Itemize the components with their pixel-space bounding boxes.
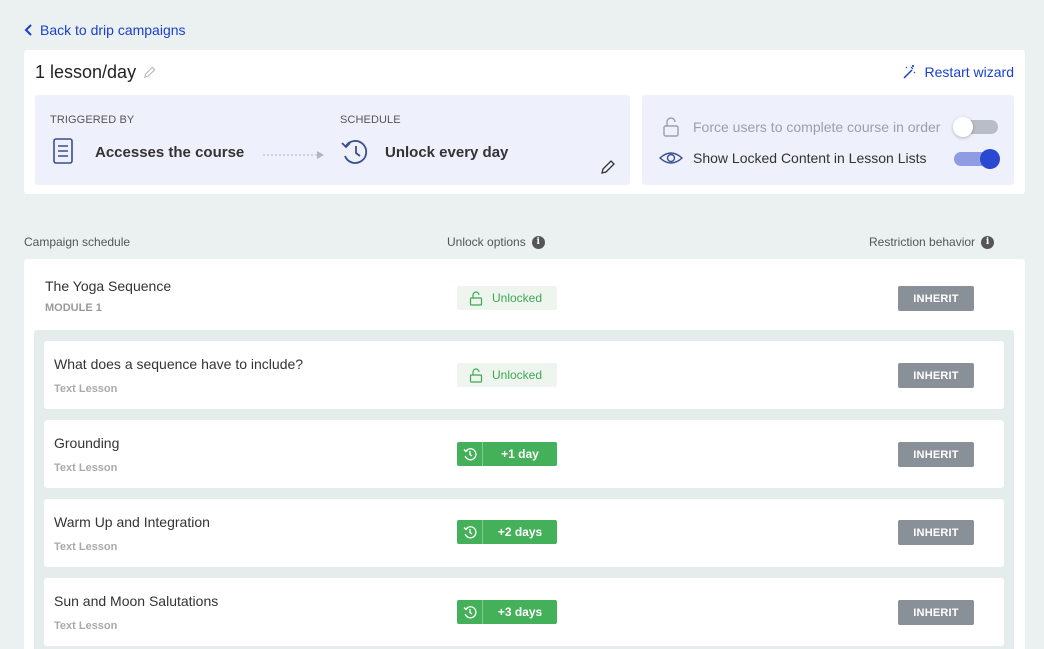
lesson-type: Text Lesson (54, 462, 118, 474)
edit-title-pencil-icon[interactable] (142, 65, 157, 80)
lesson-title: Sun and Moon Salutations (54, 593, 219, 609)
campaign-title-row: 1 lesson/day (35, 62, 157, 83)
lesson-type: Text Lesson (54, 620, 118, 632)
lesson-restriction-inherit-button[interactable]: INHERIT (898, 520, 974, 545)
show-locked-option: Show Locked Content in Lesson Lists (659, 148, 926, 168)
column-header-restriction-behavior: Restriction behavior i (869, 235, 995, 249)
force-order-option: Force users to complete course in order (659, 117, 940, 137)
triggered-by-label: TRIGGERED BY (50, 114, 135, 126)
history-clock-icon (457, 442, 483, 466)
lesson-unlock-delay[interactable]: +2 days (457, 520, 557, 544)
schedule-label: SCHEDULE (340, 114, 401, 126)
campaign-options-panel: Force users to complete course in order … (642, 95, 1014, 185)
lesson-restriction-inherit-button[interactable]: INHERIT (898, 363, 974, 388)
lesson-row[interactable]: Sun and Moon Salutations Text Lesson +3 … (44, 578, 1004, 646)
module-card: The Yoga Sequence MODULE 1 Unlocked INHE… (24, 259, 1025, 649)
lesson-unlock-status[interactable]: Unlocked (457, 363, 557, 387)
trigger-schedule-panel: TRIGGERED BY Accesses the course SCHEDUL… (35, 95, 630, 185)
schedule-value: Unlock every day (385, 144, 509, 161)
module-number: MODULE 1 (45, 302, 102, 314)
lesson-unlock-delay[interactable]: +3 days (457, 600, 557, 624)
back-link-label: Back to drip campaigns (40, 22, 186, 38)
column-header-campaign-schedule: Campaign schedule (24, 235, 131, 249)
unlock-padlock-icon (469, 290, 483, 306)
lesson-row[interactable]: Grounding Text Lesson +1 day INHERIT (44, 420, 1004, 488)
triggered-by-value: Accesses the course (95, 144, 245, 161)
document-icon (53, 138, 73, 164)
history-clock-icon (457, 600, 483, 624)
unlock-padlock-icon (469, 367, 483, 383)
history-clock-icon (341, 140, 368, 164)
unlock-padlock-icon (663, 117, 679, 137)
lesson-restriction-inherit-button[interactable]: INHERIT (898, 442, 974, 467)
lesson-unlock-delay[interactable]: +1 day (457, 442, 557, 466)
module-title: The Yoga Sequence (45, 278, 172, 294)
force-order-label: Force users to complete course in order (693, 119, 941, 135)
info-icon[interactable]: i (531, 235, 545, 249)
history-clock-icon (457, 520, 483, 544)
column-header-unlock-options: Unlock options i (447, 235, 545, 249)
lesson-restriction-inherit-button[interactable]: INHERIT (898, 600, 974, 625)
campaign-header-card: 1 lesson/day Restart wizard TRIGGERED BY… (24, 50, 1025, 194)
lesson-title: Grounding (54, 435, 120, 451)
lessons-list: What does a sequence have to include? Te… (34, 330, 1014, 649)
show-locked-label: Show Locked Content in Lesson Lists (693, 150, 927, 166)
restart-wizard-button[interactable]: Restart wizard (901, 64, 1014, 80)
flow-arrow-icon (263, 151, 324, 159)
eye-icon (659, 152, 683, 164)
lesson-row[interactable]: What does a sequence have to include? Te… (44, 341, 1004, 409)
lesson-title: What does a sequence have to include? (54, 356, 304, 372)
chevron-left-icon (24, 24, 32, 36)
lesson-row[interactable]: Warm Up and Integration Text Lesson +2 d… (44, 499, 1004, 567)
back-to-drip-campaigns-link[interactable]: Back to drip campaigns (24, 22, 186, 38)
info-icon[interactable]: i (981, 235, 995, 249)
magic-wand-icon (903, 65, 915, 79)
force-order-toggle[interactable] (953, 117, 998, 137)
lesson-title: Warm Up and Integration (54, 514, 210, 530)
module-unlock-status[interactable]: Unlocked (457, 286, 557, 310)
restart-wizard-label: Restart wizard (924, 64, 1014, 80)
show-locked-toggle[interactable] (954, 149, 1000, 169)
module-restriction-inherit-button[interactable]: INHERIT (898, 286, 974, 311)
lesson-type: Text Lesson (54, 541, 118, 553)
lesson-type: Text Lesson (54, 383, 118, 395)
campaign-title: 1 lesson/day (35, 62, 137, 82)
edit-schedule-pencil-icon[interactable] (600, 159, 616, 175)
